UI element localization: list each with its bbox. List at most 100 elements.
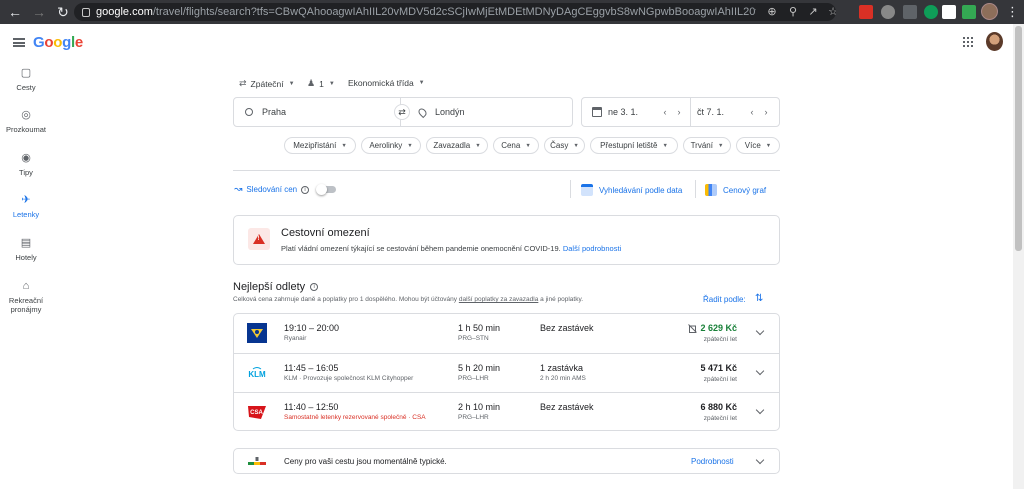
next-date-icon[interactable]: ›	[672, 107, 686, 117]
passengers-select[interactable]: ♟ 1 ▼	[307, 78, 335, 89]
zoom-icon[interactable]: ⚲	[787, 6, 799, 18]
filter-chip-airlines[interactable]: Aerolinky ▼	[361, 137, 421, 154]
puzzle-icon[interactable]	[964, 6, 974, 16]
depart-date[interactable]: ne 3. 1.	[608, 107, 658, 117]
tool-separator	[570, 180, 571, 198]
origin-input[interactable]: Praha	[233, 97, 401, 127]
share-icon[interactable]: ↗	[807, 6, 819, 18]
filter-chip-connecting-airports[interactable]: Přestupní letiště ▼	[590, 137, 678, 154]
menu-icon[interactable]	[13, 38, 25, 47]
bed-icon: ▤	[20, 237, 32, 249]
filter-chip-more[interactable]: Více ▼	[736, 137, 780, 154]
sort-icon[interactable]: ⇅	[755, 293, 763, 304]
caret-down-icon: ▼	[717, 142, 724, 149]
price-insight-card[interactable]: Ceny pro vaši cestu jsou momentálně typi…	[233, 448, 780, 474]
drive-extension-icon[interactable]	[881, 5, 895, 19]
sidebar-item-hotely[interactable]: ▤ Hotely	[0, 237, 52, 262]
scrollbar-thumb[interactable]	[1015, 26, 1022, 251]
price-tracking: ↝ Sledování cen i	[234, 184, 310, 195]
sidebar-item-prozkoumat[interactable]: ◎ Prozkoumat	[0, 109, 52, 134]
filter-chip-duration[interactable]: Trvání ▼	[683, 137, 731, 154]
evernote-extension-icon[interactable]	[924, 5, 938, 19]
filter-chip-stops[interactable]: Mezipřistání ▼	[284, 137, 356, 154]
caret-down-icon: ▼	[573, 142, 579, 149]
date-grid-button[interactable]: Vyhledávání podle data	[581, 184, 682, 196]
alert-details-link[interactable]: Další podrobnosti	[563, 244, 621, 253]
browser-toolbar: ← → ↻ google.com/travel/flights/search?t…	[0, 0, 1024, 24]
price-details-link[interactable]: Podrobnosti	[691, 457, 734, 466]
swap-locations-button[interactable]: ⇄	[394, 104, 410, 120]
ryanair-logo	[247, 323, 267, 343]
reload-icon[interactable]: ↻	[54, 3, 72, 21]
briefcase-icon: ▢	[20, 67, 32, 79]
expand-icon[interactable]	[755, 327, 765, 337]
filter-chip-times[interactable]: Časy ▼	[544, 137, 585, 154]
flight-price: 6 880 Kč	[700, 402, 737, 412]
svg-text:KLM: KLM	[248, 370, 266, 379]
next-date-icon[interactable]: ›	[759, 107, 773, 117]
logo-letter: e	[74, 34, 83, 51]
explore-icon: ◎	[21, 109, 31, 121]
flight-row[interactable]: CSA 11:40 – 12:50 Samostatně letenky rez…	[234, 392, 779, 431]
date-grid-icon	[581, 184, 593, 196]
caret-down-icon: ▼	[475, 142, 481, 149]
trip-type-select[interactable]: ⇄ Zpáteční ▼	[239, 78, 295, 89]
extension-icon[interactable]	[903, 5, 917, 19]
logo-letter: G	[33, 34, 45, 51]
prev-date-icon[interactable]: ‹	[658, 107, 672, 117]
expand-icon[interactable]	[755, 456, 765, 466]
svg-text:CSA: CSA	[250, 410, 263, 416]
more-vert-icon[interactable]: ⋮	[1006, 4, 1019, 20]
date-picker[interactable]: ne 3. 1. ‹ › čt 7. 1. ‹ ›	[581, 97, 780, 127]
price-level-icon	[248, 456, 266, 466]
date-separator	[690, 97, 691, 127]
expand-icon[interactable]	[755, 406, 765, 416]
address-bar[interactable]: google.com/travel/flights/search?tfs=CBw…	[74, 3, 836, 21]
swap-horiz-icon: ⇄	[239, 78, 247, 88]
alert-text: Platí vládní omezení týkající se cestová…	[281, 244, 622, 253]
info-icon[interactable]: i	[310, 283, 319, 291]
section-divider	[233, 170, 780, 171]
sidebar-item-cesty[interactable]: ▢ Cesty	[0, 67, 52, 92]
apps-grid-icon[interactable]	[963, 37, 973, 47]
install-icon[interactable]: ⊕	[766, 6, 778, 18]
account-avatar[interactable]	[986, 32, 1003, 51]
price-tracking-toggle[interactable]	[316, 184, 336, 195]
logo-letter: o	[44, 34, 54, 51]
caret-down-icon: ▼	[328, 80, 335, 87]
results-title: Nejlepší odlety i	[233, 281, 319, 293]
gmail-extension-icon[interactable]	[859, 5, 873, 19]
prev-date-icon[interactable]: ‹	[745, 107, 759, 117]
forward-icon[interactable]: →	[30, 3, 48, 21]
back-icon[interactable]: ←	[6, 3, 24, 21]
page-scrollbar[interactable]	[1013, 24, 1024, 489]
home-icon: ⌂	[22, 280, 30, 292]
info-icon[interactable]: i	[301, 185, 310, 194]
camera-extension-icon[interactable]	[942, 5, 956, 19]
filter-chip-price[interactable]: Cena ▼	[493, 137, 539, 154]
sidebar-item-tipy[interactable]: ◉ Tipy	[0, 152, 52, 177]
bag-fees-link[interactable]: další poplatky za zavazadla	[459, 296, 539, 303]
cabin-class-select[interactable]: Ekonomická třída ▼	[348, 78, 425, 88]
profile-avatar[interactable]	[981, 3, 998, 20]
filter-chip-bags[interactable]: Zavazadla ▼	[426, 137, 488, 154]
google-logo[interactable]: Google	[33, 34, 83, 51]
price-graph-button[interactable]: Cenový graf	[705, 184, 766, 196]
toggle-knob	[316, 184, 327, 195]
destination-input[interactable]: Londýn	[401, 97, 573, 127]
caret-down-icon: ▼	[662, 142, 668, 149]
sidebar-item-rekreacni-pronajmy[interactable]: ⌂ Rekreační pronájmy	[0, 280, 52, 314]
flight-row[interactable]: 19:10 – 20:00 Ryanair 1 h 50 min PRG–STN…	[234, 314, 779, 353]
price-graph-icon	[705, 184, 717, 196]
caret-down-icon: ▼	[288, 80, 295, 87]
expand-icon[interactable]	[755, 367, 765, 377]
alert-title: Cestovní omezení	[281, 227, 370, 239]
sidebar-item-letenky[interactable]: ✈ Letenky	[0, 194, 52, 219]
warning-box	[248, 228, 270, 250]
flight-price: 2 629 Kč	[688, 323, 737, 333]
star-icon[interactable]: ☆	[827, 6, 836, 18]
flight-row[interactable]: KLM 11:45 – 16:05 KLM · Provozuje společ…	[234, 353, 779, 392]
sort-by-button[interactable]: Řadit podle:	[703, 295, 746, 304]
person-icon: ♟	[307, 78, 316, 88]
return-date[interactable]: čt 7. 1.	[697, 107, 745, 117]
